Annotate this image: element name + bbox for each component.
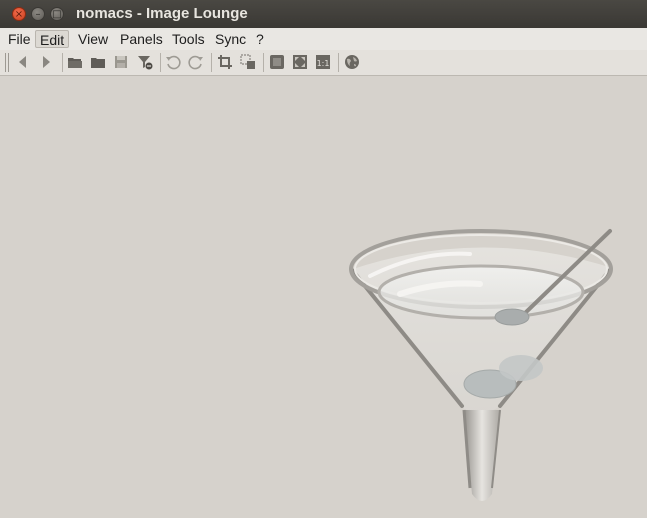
menu-sync[interactable]: Sync: [211, 30, 250, 48]
rotate-cw-icon[interactable]: [187, 53, 205, 71]
menu-bar: File Edit View Panels Tools Sync ?: [0, 28, 647, 51]
web-icon[interactable]: [343, 53, 361, 71]
toolbar-separator: [211, 53, 212, 72]
save-icon[interactable]: [112, 53, 130, 71]
previous-icon[interactable]: [14, 53, 32, 71]
window-title: nomacs - Image Lounge: [76, 5, 248, 22]
toolbar-separator: [160, 53, 161, 72]
toolbar-separator: [62, 53, 63, 72]
menu-tools[interactable]: Tools: [168, 30, 209, 48]
fullscreen-icon[interactable]: [268, 53, 286, 71]
filter-icon[interactable]: [136, 53, 154, 71]
crop-icon[interactable]: [216, 53, 234, 71]
open-icon[interactable]: [66, 53, 84, 71]
martini-glass-logo: [349, 229, 613, 501]
toolbar-separator: [338, 53, 339, 72]
maximize-window-button[interactable]: □: [50, 7, 64, 21]
resize-icon[interactable]: [239, 53, 257, 71]
actual-size-icon[interactable]: 1:1: [314, 53, 332, 71]
open-dir-icon[interactable]: [89, 53, 107, 71]
rotate-ccw-icon[interactable]: [164, 53, 182, 71]
fit-icon[interactable]: [291, 53, 309, 71]
menu-view[interactable]: View: [74, 30, 112, 48]
toolbar-separator: [263, 53, 264, 72]
menu-file[interactable]: File: [4, 30, 35, 48]
next-icon[interactable]: [37, 53, 55, 71]
toolbar-grip-handle[interactable]: [5, 53, 9, 72]
close-window-button[interactable]: ×: [12, 7, 26, 21]
menu-panels[interactable]: Panels: [116, 30, 167, 48]
title-bar: × – □ nomacs - Image Lounge: [0, 0, 647, 29]
minimize-window-button[interactable]: –: [31, 7, 45, 21]
menu-help[interactable]: ?: [252, 30, 268, 48]
menu-edit[interactable]: Edit: [35, 30, 70, 48]
svg-text:1:1: 1:1: [317, 59, 330, 68]
image-viewport[interactable]: [0, 76, 647, 518]
main-toolbar: 1:1: [0, 50, 647, 76]
